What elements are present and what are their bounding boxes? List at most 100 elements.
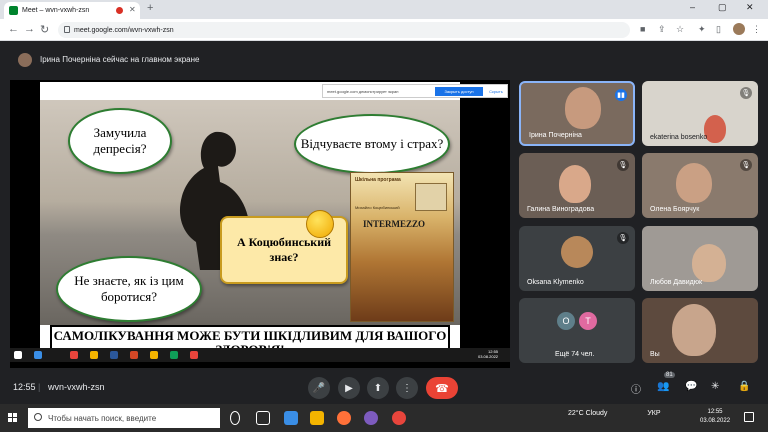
keyboard-language[interactable]: УКР bbox=[647, 410, 660, 417]
shared-windows-taskbar: 12:55 03.08.2022 bbox=[10, 348, 510, 362]
self-view-tile[interactable]: Вы bbox=[642, 298, 758, 363]
more-options-button[interactable]: ⋮ bbox=[396, 377, 418, 399]
new-tab-button[interactable]: + bbox=[147, 2, 153, 14]
participant-video bbox=[559, 165, 591, 203]
inner-clock: 12:55 03.08.2022 bbox=[478, 349, 499, 359]
weather-text[interactable]: 22°C Cloudy bbox=[568, 410, 607, 417]
participant-tile[interactable]: 🎙 Олена Боярчук bbox=[642, 153, 758, 218]
participant-video bbox=[676, 163, 712, 203]
inner-powerpoint-icon bbox=[130, 351, 138, 359]
browser-tab[interactable]: Meet – wvn-vxwh-zsn ✕ bbox=[4, 2, 140, 19]
inner-app-icon bbox=[90, 351, 98, 359]
more-participants-tile[interactable]: O T Ещё 74 чел. bbox=[519, 298, 635, 363]
close-window-button[interactable]: ✕ bbox=[746, 2, 754, 13]
presenting-banner: Ірина Почерніна сейчас на главном экране bbox=[0, 49, 768, 71]
inner-start-icon bbox=[14, 351, 22, 359]
participant-name: Oksana Klymenko bbox=[527, 279, 584, 286]
bookmark-star-icon[interactable]: ☆ bbox=[676, 24, 684, 35]
chrome-icon[interactable] bbox=[392, 411, 406, 425]
participant-initial-avatar: T bbox=[579, 312, 597, 330]
microphone-button[interactable]: 🎤 bbox=[308, 377, 330, 399]
participant-name: Любов Давидюк bbox=[650, 279, 703, 286]
camera-button[interactable]: ▶ bbox=[338, 377, 360, 399]
book-cover: Шкільна програма Михайло Коцюбинський IN… bbox=[350, 172, 454, 322]
chat-icon[interactable]: 💬 bbox=[685, 381, 697, 392]
participant-name: Ірина Почерніна bbox=[529, 132, 582, 139]
viber-icon[interactable] bbox=[364, 411, 378, 425]
participants-count-badge: 81 bbox=[664, 372, 675, 378]
inner-folder-icon bbox=[150, 351, 158, 359]
meeting-details-icon[interactable]: ⓘ bbox=[631, 381, 641, 396]
end-call-button[interactable]: ☎ bbox=[426, 377, 458, 399]
maximize-button[interactable]: ▢ bbox=[718, 2, 727, 13]
present-screen-button[interactable]: ⬆ bbox=[367, 377, 389, 399]
participants-icon[interactable]: 👥 bbox=[657, 381, 669, 392]
meet-favicon-icon bbox=[9, 6, 18, 15]
address-bar[interactable]: meet.google.com/wvn-vxwh-zsn bbox=[58, 22, 630, 38]
presentation-slide: Замучила депресія? Відчуваєте втому і ст… bbox=[40, 82, 460, 358]
participant-tile[interactable]: Любов Давидюк bbox=[642, 226, 758, 291]
browser-tab-strip: Meet – wvn-vxwh-zsn ✕ + – ▢ ✕ bbox=[0, 0, 768, 19]
inner-word-icon bbox=[110, 351, 118, 359]
speech-bubble-tired: Відчуваєте втому і страх? bbox=[294, 114, 450, 174]
self-video bbox=[672, 304, 716, 356]
notifications-icon[interactable] bbox=[744, 412, 754, 422]
participant-video bbox=[704, 115, 726, 143]
stop-sharing-button[interactable]: Закрыть доступ bbox=[435, 87, 483, 96]
activities-icon[interactable]: ✳ bbox=[711, 381, 719, 392]
hide-notice-button[interactable]: Скрыть bbox=[487, 87, 505, 96]
mic-muted-icon: 🎙 bbox=[740, 159, 752, 171]
notice-text: meet.google.com демонстрирует экран bbox=[327, 88, 399, 94]
inner-chrome-icon bbox=[70, 351, 78, 359]
task-view-icon[interactable] bbox=[256, 411, 270, 425]
presenter-avatar bbox=[18, 53, 32, 67]
participant-video bbox=[565, 87, 601, 129]
taskbar-search[interactable]: Чтобы начать поиск, введите bbox=[28, 408, 220, 428]
participant-tile[interactable]: 🎙 Галина Виноградова bbox=[519, 153, 635, 218]
participant-name: ekaterina bosenko bbox=[650, 134, 708, 141]
participant-avatar bbox=[561, 236, 593, 268]
participant-initial-avatar: O bbox=[557, 312, 575, 330]
author-portrait bbox=[415, 183, 447, 211]
windows-taskbar: Чтобы начать поиск, введите 22°C Cloudy … bbox=[0, 404, 768, 432]
windows-start-icon[interactable] bbox=[8, 413, 18, 423]
menu-kebab-icon[interactable]: ⋮ bbox=[752, 24, 761, 35]
book-series: Шкільна програма bbox=[355, 177, 401, 183]
camera-in-use-icon[interactable]: ■ bbox=[640, 24, 645, 34]
participant-name: Олена Боярчук bbox=[650, 206, 700, 213]
profile-avatar[interactable] bbox=[733, 23, 745, 35]
mic-muted-icon: 🎙 bbox=[617, 159, 629, 171]
forward-icon[interactable]: → bbox=[24, 23, 35, 35]
book-title: INTERMEZZO bbox=[363, 219, 426, 229]
cortana-icon[interactable] bbox=[230, 411, 240, 425]
speech-bubble-how-to-cope: Не знаєте, як із цим боротися? bbox=[56, 256, 202, 322]
url-text: meet.google.com/wvn-vxwh-zsn bbox=[74, 26, 174, 34]
meeting-code: wvn-vxwh-zsn bbox=[48, 382, 105, 392]
participant-name: Вы bbox=[650, 351, 660, 358]
reload-icon[interactable]: ↻ bbox=[40, 23, 49, 36]
taskbar-app-icon[interactable] bbox=[284, 411, 298, 425]
system-tray: 22°C Cloudy УКР bbox=[568, 410, 661, 417]
more-participants-label: Ещё 74 чел. bbox=[555, 351, 595, 358]
minimize-button[interactable]: – bbox=[690, 2, 695, 12]
file-explorer-icon[interactable] bbox=[310, 411, 324, 425]
extensions-icon[interactable]: ✦ bbox=[698, 24, 706, 35]
firefox-icon[interactable] bbox=[337, 411, 351, 425]
search-icon bbox=[34, 413, 42, 421]
host-controls-icon[interactable]: 🔒 bbox=[738, 381, 750, 392]
inner-app-icon bbox=[170, 351, 178, 359]
tab-close-icon[interactable]: ✕ bbox=[129, 5, 136, 14]
share-icon[interactable]: ⇪ bbox=[658, 24, 666, 35]
lock-icon bbox=[64, 26, 70, 33]
back-icon[interactable]: ← bbox=[8, 23, 19, 35]
tab-title: Meet – wvn-vxwh-zsn bbox=[22, 7, 90, 14]
screen-share-notice: meet.google.com демонстрирует экран Закр… bbox=[322, 84, 508, 98]
taskbar-clock[interactable]: 12:55 03.08.2022 bbox=[700, 408, 730, 426]
meeting-time: 12:55 bbox=[13, 382, 36, 392]
participant-tile[interactable]: ▮▮ Ірина Почерніна bbox=[519, 81, 635, 146]
winking-smiley-icon bbox=[306, 210, 334, 238]
participant-tile[interactable]: 🎙 Oksana Klymenko bbox=[519, 226, 635, 291]
side-panel-icon[interactable]: ▯ bbox=[716, 24, 721, 35]
participant-tile[interactable]: 🎙 ekaterina bosenko bbox=[642, 81, 758, 146]
book-author: Михайло Коцюбинський bbox=[355, 205, 400, 210]
